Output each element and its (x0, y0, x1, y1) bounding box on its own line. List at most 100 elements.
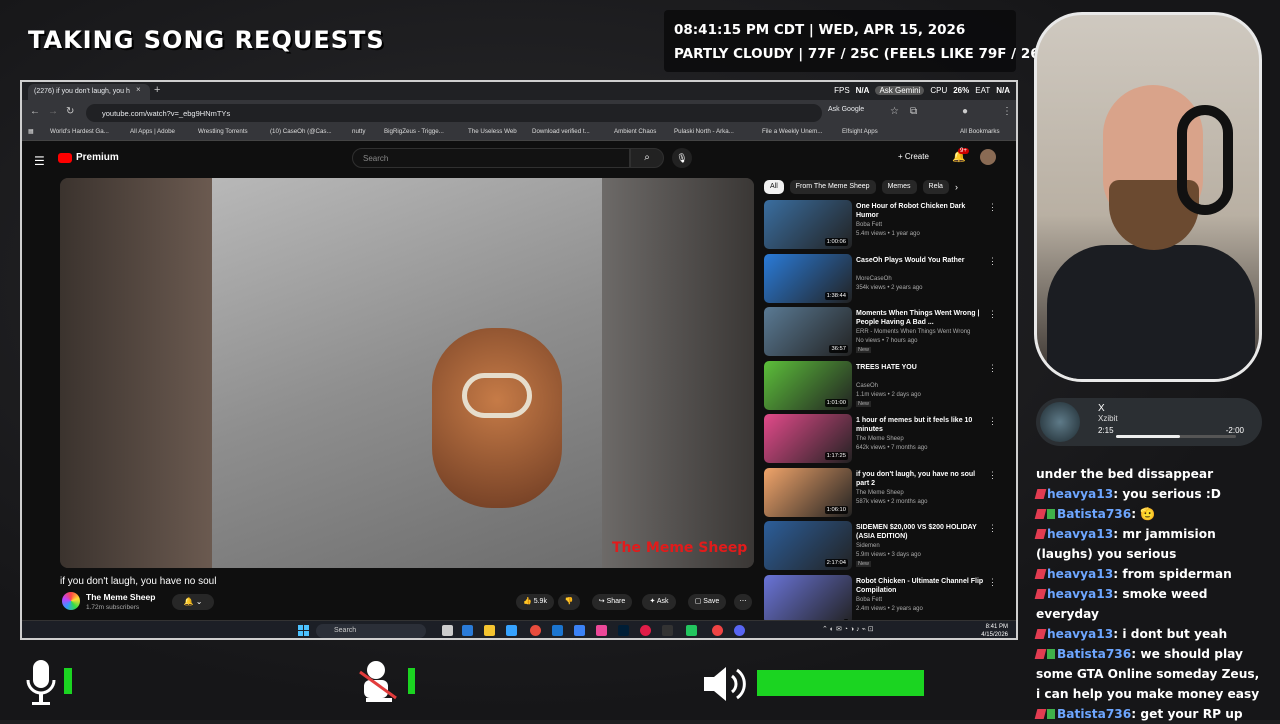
bookmark-item[interactable]: File a Weekly Unem... (762, 128, 822, 135)
more-options-icon[interactable]: ⋮ (988, 416, 997, 427)
video-thumbnail[interactable]: 1:17:25 (764, 414, 852, 463)
tab-close-icon[interactable]: × (136, 85, 141, 94)
chat-username[interactable]: heavya13 (1047, 487, 1113, 501)
bookmark-item[interactable]: All Apps | Adobe (130, 128, 175, 135)
recommended-video[interactable]: 2:17:04 SIDEMEN $20,000 VS $200 HOLIDAY … (764, 521, 994, 575)
search-icon[interactable]: ⌕ (630, 148, 664, 168)
account-avatar[interactable] (980, 149, 996, 165)
recommended-video[interactable]: 36:57 Moments When Things Went Wrong | P… (764, 307, 994, 361)
recommended-title[interactable]: TREES HATE YOU (856, 363, 984, 372)
chat-username[interactable]: Batista736 (1057, 707, 1131, 721)
more-options-icon[interactable]: ⋮ (988, 256, 997, 267)
recommended-video[interactable]: 1:17:25 1 hour of memes but it feels lik… (764, 414, 994, 468)
browser-tab[interactable]: (2276) if you don't laugh, you h (28, 84, 150, 100)
back-icon[interactable]: ← (30, 106, 40, 117)
voice-search-icon[interactable]: 🎙 (672, 148, 692, 168)
subscription-bell-button[interactable]: 🔔 ⌄ (172, 594, 214, 610)
video-thumbnail[interactable]: 1:01:00 (764, 361, 852, 410)
recommended-video[interactable]: 1:38:44 CaseOh Plays Would You Rather Mo… (764, 254, 994, 308)
task-view-icon[interactable] (442, 625, 453, 636)
chrome-icon[interactable] (530, 625, 541, 636)
bookmark-item[interactable]: Wrestling Torrents (198, 128, 248, 135)
new-tab-icon[interactable]: + (154, 84, 160, 96)
bookmark-item[interactable]: BigRigZeus - Trigge... (384, 128, 444, 135)
channel-name[interactable]: The Meme Sheep (86, 592, 155, 602)
video-thumbnail[interactable]: 1:38:44 (764, 254, 852, 303)
video-thumbnail[interactable]: 36:57 (764, 307, 852, 356)
recommended-video[interactable]: 1:06:10 if you don't laugh, you have no … (764, 468, 994, 522)
recommended-title[interactable]: One Hour of Robot Chicken Dark Humor (856, 202, 984, 220)
bookmark-item[interactable]: World's Hardest Ga... (50, 128, 109, 135)
bookmark-item[interactable]: nutty (352, 128, 365, 135)
video-thumbnail[interactable] (764, 575, 852, 624)
chip-from-channel[interactable]: From The Meme Sheep (790, 180, 876, 194)
apps-grid-icon[interactable]: ▦ (28, 128, 34, 135)
recommended-channel[interactable]: Boba Fett (856, 597, 882, 603)
video-player[interactable]: The Meme Sheep (60, 178, 754, 568)
browser-menu-icon[interactable]: ⋮ (1002, 106, 1012, 117)
like-button[interactable]: 👍 5.9k (516, 594, 554, 610)
bookmark-item[interactable]: Download verified t... (532, 128, 590, 135)
more-options-icon[interactable]: ⋮ (988, 363, 997, 374)
recommended-title[interactable]: Moments When Things Went Wrong | People … (856, 309, 984, 327)
share-button[interactable]: ↪ Share (592, 594, 632, 610)
profile-icon[interactable]: ● (962, 106, 968, 117)
video-thumbnail[interactable]: 1:06:10 (764, 468, 852, 517)
ask-button[interactable]: ✦ Ask (642, 594, 676, 610)
file-explorer-icon[interactable] (484, 625, 495, 636)
recommended-title[interactable]: 1 hour of memes but it feels like 10 min… (856, 416, 984, 434)
bookmark-item[interactable]: Elfsight Apps (842, 128, 878, 135)
widgets-icon[interactable] (462, 625, 473, 636)
ask-google-button[interactable]: Ask Google (828, 106, 864, 113)
chat-username[interactable]: Batista736 (1057, 647, 1131, 661)
chat-username[interactable]: Batista736 (1057, 507, 1131, 521)
bookmark-item[interactable]: (10) CaseOh (@Cas... (270, 128, 332, 135)
obs-icon[interactable] (712, 625, 723, 636)
forward-icon[interactable]: → (48, 106, 58, 117)
recommended-channel[interactable]: The Meme Sheep (856, 490, 904, 496)
video-thumbnail[interactable]: 2:17:04 (764, 521, 852, 570)
steam-icon[interactable] (552, 625, 563, 636)
chat-username[interactable]: heavya13 (1047, 527, 1113, 541)
create-button[interactable]: + Create (898, 152, 929, 161)
bookmark-item[interactable]: The Useless Web (468, 128, 517, 135)
recommended-channel[interactable]: The Meme Sheep (856, 436, 904, 442)
bookmark-item[interactable]: Ambient Chaos (614, 128, 656, 135)
app-icon[interactable] (506, 625, 517, 636)
recommended-title[interactable]: SIDEMEN $20,000 VS $200 HOLIDAY (ASIA ED… (856, 523, 984, 541)
all-bookmarks-button[interactable]: All Bookmarks (960, 128, 1000, 135)
recommended-channel[interactable]: MoreCaseOh (856, 276, 892, 282)
reload-icon[interactable]: ↻ (66, 106, 74, 117)
taskbar-search[interactable]: Search (316, 624, 426, 638)
recommended-video[interactable]: 1:00:06 One Hour of Robot Chicken Dark H… (764, 200, 994, 254)
discord-icon[interactable] (734, 625, 745, 636)
address-bar[interactable]: youtube.com/watch?v=_ebg9HNmTYs (86, 104, 822, 122)
ask-gemini-button[interactable]: Ask Gemini (875, 86, 924, 95)
hamburger-menu-icon[interactable]: ☰ (34, 154, 45, 168)
video-thumbnail[interactable]: 1:00:06 (764, 200, 852, 249)
more-options-icon[interactable]: ⋮ (988, 202, 997, 213)
bookmark-star-icon[interactable]: ☆ (890, 106, 899, 117)
photoshop-icon[interactable] (618, 625, 629, 636)
more-options-icon[interactable]: ⋮ (988, 523, 997, 534)
more-options-icon[interactable]: ⋮ (988, 309, 997, 320)
chips-next-icon[interactable]: › (955, 180, 958, 194)
chat-username[interactable]: heavya13 (1047, 567, 1113, 581)
recommended-video[interactable]: 1:01:00 TREES HATE YOU CaseOh 1.1m views… (764, 361, 994, 415)
app-icon[interactable] (662, 625, 673, 636)
youtube-search-input[interactable]: Search (352, 148, 630, 168)
chip-all[interactable]: All (764, 180, 784, 194)
recommended-channel[interactable]: CaseOh (856, 383, 878, 389)
more-actions-icon[interactable]: ⋯ (734, 594, 752, 610)
recommended-title[interactable]: if you don't laugh, you have no soul par… (856, 470, 984, 488)
chip-memes[interactable]: Memes (882, 180, 917, 194)
app-icon[interactable] (640, 625, 651, 636)
chip-related[interactable]: Rela (923, 180, 949, 194)
save-button[interactable]: ▢ Save (688, 594, 726, 610)
windows-start-icon[interactable] (298, 625, 309, 636)
app-icon[interactable] (686, 625, 697, 636)
bookmark-item[interactable]: Pulaski North - Arka... (674, 128, 734, 135)
chat-username[interactable]: heavya13 (1047, 627, 1113, 641)
channel-avatar[interactable] (62, 592, 80, 610)
chat-username[interactable]: heavya13 (1047, 587, 1113, 601)
